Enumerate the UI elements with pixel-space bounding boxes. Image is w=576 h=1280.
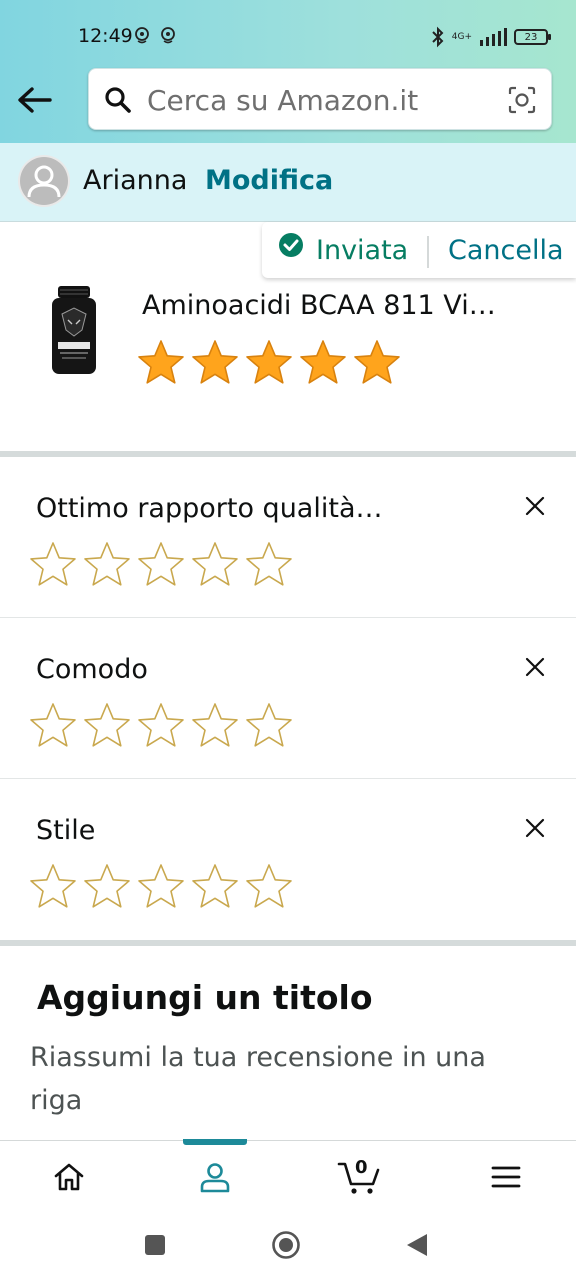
status-sent-label: Inviata bbox=[316, 235, 409, 266]
profile-name: Arianna bbox=[83, 165, 188, 196]
star-empty-icon[interactable] bbox=[136, 701, 186, 751]
close-icon[interactable] bbox=[524, 495, 546, 517]
nav-profile[interactable] bbox=[191, 1153, 239, 1201]
check-circle-icon bbox=[279, 233, 303, 257]
review-status-box: Inviata Cancella bbox=[262, 222, 576, 278]
product-image[interactable] bbox=[46, 284, 102, 376]
home-icon bbox=[54, 1163, 84, 1191]
product-rating[interactable] bbox=[136, 338, 402, 388]
star-empty-icon[interactable] bbox=[190, 701, 240, 751]
home-circle-icon[interactable] bbox=[271, 1230, 301, 1260]
cart-count-badge: 0 bbox=[355, 1157, 368, 1178]
active-tab-indicator bbox=[183, 1139, 247, 1145]
search-bar[interactable] bbox=[88, 68, 552, 131]
camera-scan-icon[interactable] bbox=[507, 85, 537, 115]
star-empty-icon[interactable] bbox=[82, 701, 132, 751]
divider bbox=[427, 236, 429, 268]
bottom-navigation bbox=[0, 1139, 576, 1213]
star-empty-icon[interactable] bbox=[136, 862, 186, 912]
close-icon[interactable] bbox=[524, 656, 546, 678]
status-bar: 12:49 4G+ 23 bbox=[0, 0, 576, 64]
attribute-row-1: Ottimo rapporto qualità… bbox=[0, 457, 576, 618]
attribute-rating[interactable] bbox=[28, 862, 294, 912]
star-empty-icon[interactable] bbox=[28, 862, 78, 912]
star-empty-icon[interactable] bbox=[136, 540, 186, 590]
star-empty-icon[interactable] bbox=[244, 701, 294, 751]
attribute-title: Ottimo rapporto qualità… bbox=[36, 493, 383, 524]
avatar[interactable] bbox=[20, 157, 68, 205]
product-title[interactable]: Aminoacidi BCAA 811 Vi… bbox=[142, 290, 496, 321]
search-icon bbox=[105, 87, 131, 113]
attribute-title: Comodo bbox=[36, 654, 148, 685]
star-filled-icon[interactable] bbox=[190, 338, 240, 388]
attribute-row-3: Stile bbox=[0, 779, 576, 940]
search-input[interactable] bbox=[145, 69, 489, 131]
battery-level: 23 bbox=[524, 31, 538, 43]
add-title-heading: Aggiungi un titolo bbox=[37, 978, 373, 1017]
star-empty-icon[interactable] bbox=[82, 540, 132, 590]
system-navigation-bar bbox=[0, 1212, 576, 1280]
star-filled-icon[interactable] bbox=[136, 338, 186, 388]
status-indicators: 4G+ 23 bbox=[430, 24, 551, 50]
star-filled-icon[interactable] bbox=[352, 338, 402, 388]
attribute-rating[interactable] bbox=[28, 701, 294, 751]
back-arrow-icon[interactable] bbox=[14, 82, 54, 118]
star-empty-icon[interactable] bbox=[190, 540, 240, 590]
app-header: 12:49 4G+ 23 bbox=[0, 0, 576, 143]
hamburger-menu-icon bbox=[491, 1166, 521, 1188]
attribute-title: Stile bbox=[36, 815, 96, 846]
attribute-row-2: Comodo bbox=[0, 618, 576, 779]
edit-profile-link[interactable]: Modifica bbox=[205, 165, 333, 196]
profile-bar: Arianna Modifica bbox=[0, 143, 576, 222]
star-empty-icon[interactable] bbox=[28, 540, 78, 590]
battery-icon: 23 bbox=[514, 29, 551, 45]
user-icon bbox=[27, 165, 61, 198]
close-icon[interactable] bbox=[524, 817, 546, 839]
attribute-rating[interactable] bbox=[28, 540, 294, 590]
location-icon bbox=[161, 27, 175, 44]
signal-icon bbox=[480, 28, 507, 46]
star-filled-icon[interactable] bbox=[298, 338, 348, 388]
star-empty-icon[interactable] bbox=[244, 540, 294, 590]
recent-apps-icon[interactable] bbox=[144, 1234, 166, 1256]
star-empty-icon[interactable] bbox=[190, 862, 240, 912]
status-time: 12:49 bbox=[78, 25, 133, 47]
location-icon bbox=[135, 27, 149, 44]
nav-home[interactable] bbox=[45, 1153, 93, 1201]
star-empty-icon[interactable] bbox=[82, 862, 132, 912]
star-empty-icon[interactable] bbox=[28, 701, 78, 751]
star-empty-icon[interactable] bbox=[244, 862, 294, 912]
cancel-review-link[interactable]: Cancella bbox=[448, 235, 564, 266]
bluetooth-icon bbox=[432, 26, 444, 48]
nav-menu[interactable] bbox=[482, 1153, 530, 1201]
title-input[interactable]: Riassumi la tua recensione in una riga bbox=[30, 1036, 530, 1122]
star-filled-icon[interactable] bbox=[244, 338, 294, 388]
back-triangle-icon[interactable] bbox=[405, 1232, 429, 1258]
user-icon bbox=[200, 1163, 230, 1193]
section-divider bbox=[0, 940, 576, 946]
network-type: 4G+ bbox=[451, 32, 472, 42]
